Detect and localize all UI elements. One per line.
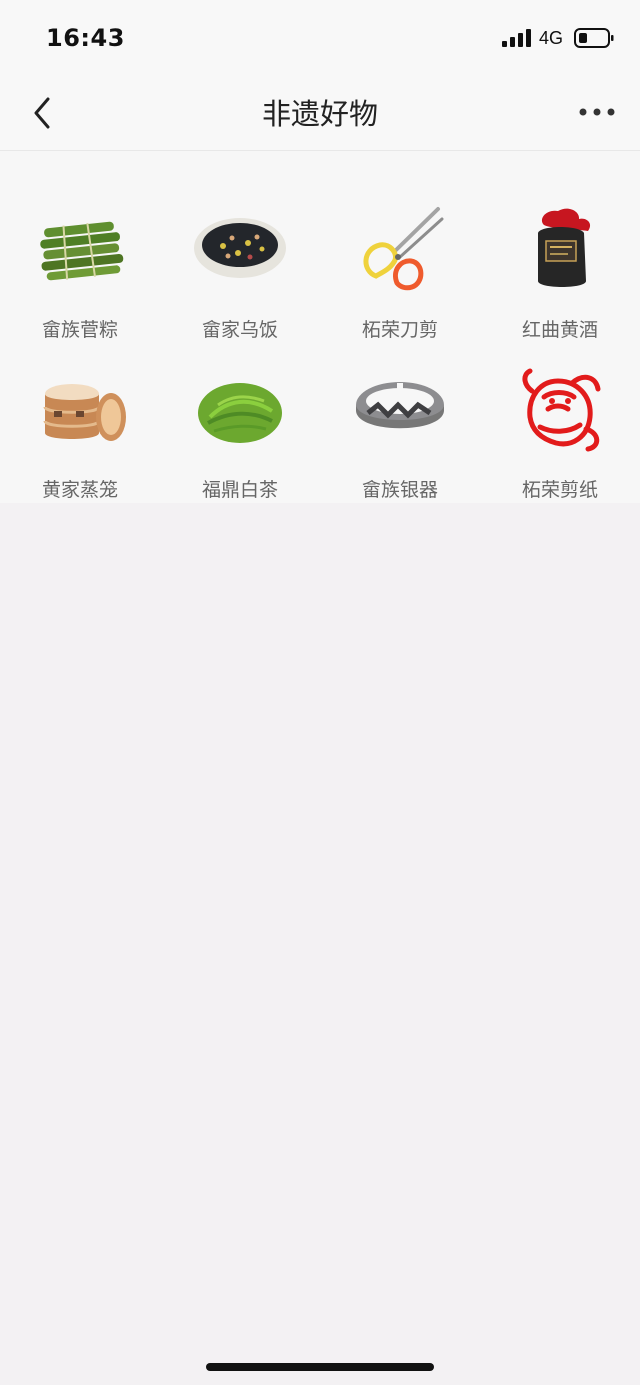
signal-icon (502, 29, 531, 47)
page-title: 非遗好物 (261, 97, 378, 131)
top-navigation-bar: 非遗好物 (0, 78, 640, 151)
product-label: 畲族银器 (361, 479, 438, 501)
home-indicator[interactable] (206, 1363, 434, 1371)
status-bar: 16:43 4G (0, 0, 640, 78)
product-label: 红曲黄酒 (521, 319, 598, 341)
steamer-image (43, 384, 126, 441)
network-type: 4G (539, 28, 564, 48)
product-item-steamer[interactable]: 黄家蒸笼 (0, 351, 160, 501)
product-label: 柘荣刀剪 (361, 319, 438, 341)
paper-cut-image (522, 368, 601, 452)
product-item-wine[interactable]: 红曲黄酒 (480, 191, 640, 341)
product-label: 福鼎白茶 (201, 479, 278, 501)
battery-icon (574, 28, 614, 48)
product-item-white-tea[interactable]: 福鼎白茶 (160, 351, 320, 501)
product-label: 畲家乌饭 (201, 319, 278, 341)
product-label: 柘荣剪纸 (521, 479, 598, 501)
status-time: 16:43 (46, 24, 125, 52)
product-item-paper-cut[interactable]: 柘荣剪纸 (480, 351, 640, 501)
scissors-image (363, 207, 444, 291)
heritage-product-grid: 畲族菅粽 畲家乌饭 柘荣刀剪 红曲黄酒 黄家蒸笼 福鼎白茶 畲族银器 柘荣剪纸 (0, 151, 640, 503)
product-label: 畲族菅粽 (41, 319, 118, 341)
product-item-black-rice[interactable]: 畲家乌饭 (160, 191, 320, 341)
zongzi-image (40, 221, 124, 281)
more-options-icon[interactable] (576, 105, 618, 119)
silver-bracelet-image (356, 382, 444, 429)
product-label: 黄家蒸笼 (41, 479, 118, 501)
product-item-scissors[interactable]: 柘荣刀剪 (320, 191, 480, 341)
wine-jar-image (538, 208, 591, 287)
product-item-silverware[interactable]: 畲族银器 (320, 351, 480, 501)
black-rice-image (194, 218, 286, 278)
tea-leaves-image (198, 383, 282, 443)
empty-content-area (0, 503, 640, 1385)
product-item-zongzi[interactable]: 畲族菅粽 (0, 191, 160, 341)
